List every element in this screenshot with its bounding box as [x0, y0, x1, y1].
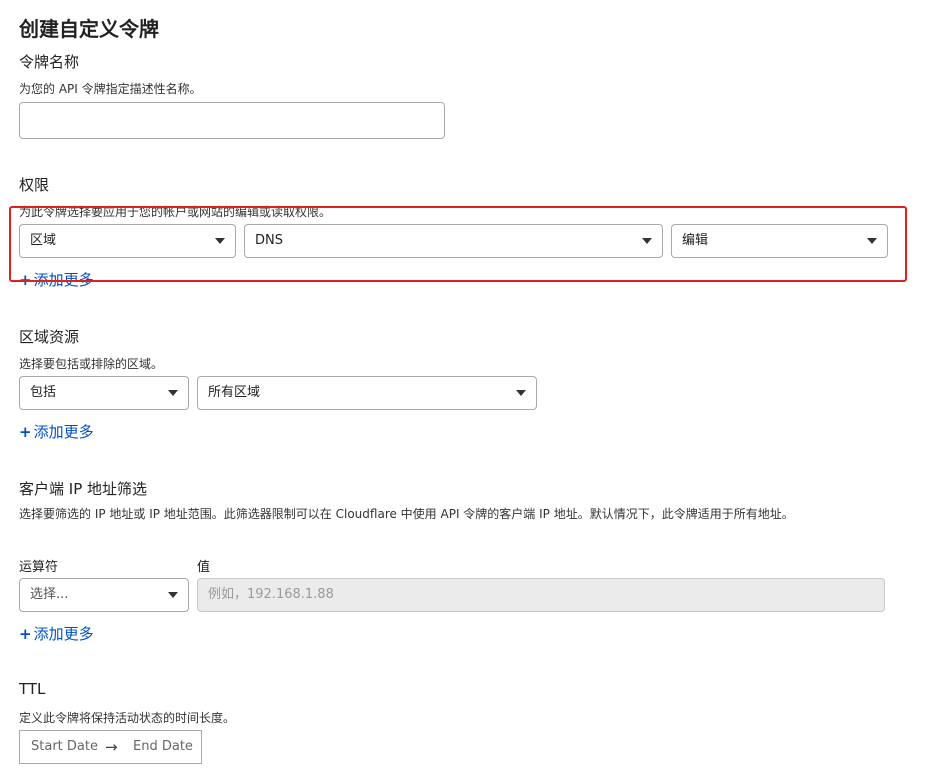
- caret-down-icon: [168, 390, 178, 396]
- operator-label: 运算符: [19, 560, 59, 575]
- zone-add-more-link[interactable]: + 添加更多: [19, 421, 94, 442]
- ttl-date-range-picker[interactable]: Start Date → End Date: [19, 730, 202, 764]
- ttl-title: TTL: [19, 680, 46, 698]
- token-name-input[interactable]: [19, 102, 445, 139]
- zone-include-select[interactable]: 包括: [19, 376, 189, 410]
- plus-icon: +: [19, 625, 32, 643]
- permission-resource-value: DNS: [255, 233, 283, 248]
- token-name-description: 为您的 API 令牌指定描述性名称。: [19, 82, 202, 96]
- zone-resources-description: 选择要包括或排除的区域。: [19, 357, 164, 371]
- start-date-input[interactable]: Start Date: [31, 731, 98, 763]
- ip-filter-description: 选择要筛选的 IP 地址或 IP 地址范围。此筛选器限制可以在 Cloudfla…: [19, 507, 794, 521]
- token-name-title: 令牌名称: [19, 53, 80, 71]
- zone-resources-title: 区域资源: [19, 328, 80, 346]
- caret-down-icon: [867, 238, 877, 244]
- permission-access-select[interactable]: 编辑: [671, 224, 888, 258]
- permissions-title: 权限: [19, 176, 50, 194]
- zone-select[interactable]: 所有区域: [197, 376, 537, 410]
- add-more-label: 添加更多: [33, 625, 94, 643]
- ttl-description: 定义此令牌将保持活动状态的时间长度。: [19, 711, 236, 725]
- permission-access-value: 编辑: [682, 233, 709, 248]
- caret-down-icon: [215, 238, 225, 244]
- ip-value-input[interactable]: 例如，192.168.1.88: [197, 578, 885, 612]
- plus-icon: +: [19, 423, 32, 441]
- permissions-description: 为此令牌选择要应用于您的帐户或网站的编辑或读取权限。: [19, 205, 332, 219]
- permissions-add-more-link[interactable]: + 添加更多: [19, 269, 94, 290]
- caret-down-icon: [516, 390, 526, 396]
- ip-add-more-link[interactable]: + 添加更多: [19, 623, 94, 644]
- ip-value-placeholder: 例如，192.168.1.88: [208, 587, 334, 602]
- permission-resource-select[interactable]: DNS: [244, 224, 663, 258]
- add-more-label: 添加更多: [33, 271, 94, 289]
- page-title: 创建自定义令牌: [19, 17, 159, 41]
- ip-filter-title: 客户端 IP 地址筛选: [19, 480, 148, 498]
- caret-down-icon: [642, 238, 652, 244]
- caret-down-icon: [168, 592, 178, 598]
- operator-select[interactable]: 选择...: [19, 578, 189, 612]
- zone-include-value: 包括: [30, 385, 57, 400]
- permission-scope-select[interactable]: 区域: [19, 224, 236, 258]
- end-date-input[interactable]: End Date: [133, 731, 193, 763]
- zone-value: 所有区域: [208, 385, 261, 400]
- add-more-label: 添加更多: [33, 423, 94, 441]
- permission-scope-value: 区域: [30, 233, 57, 248]
- value-label: 值: [197, 560, 211, 575]
- plus-icon: +: [19, 271, 32, 289]
- arrow-right-icon: →: [105, 738, 118, 756]
- operator-placeholder: 选择...: [30, 587, 69, 602]
